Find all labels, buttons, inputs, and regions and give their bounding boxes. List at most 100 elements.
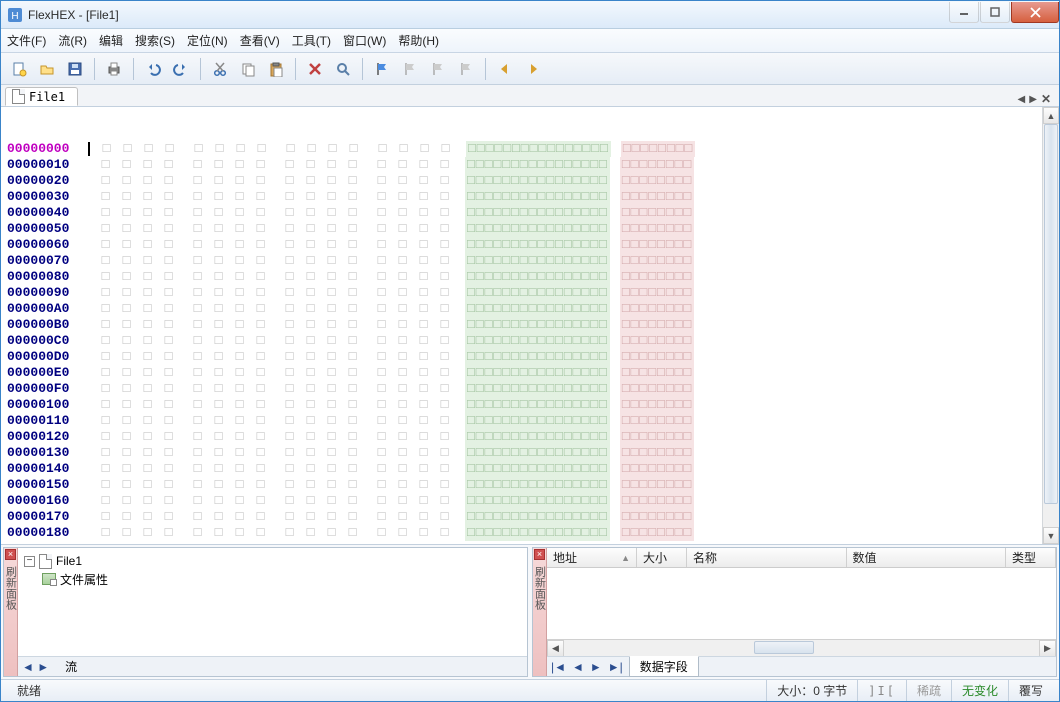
hex-byte[interactable]: □ [371, 349, 392, 365]
hex-byte[interactable]: □ [137, 509, 158, 525]
hex-byte[interactable]: □ [321, 333, 342, 349]
hex-byte[interactable]: □ [137, 189, 158, 205]
hex-byte[interactable]: □ [300, 381, 321, 397]
hex-byte[interactable]: □ [321, 381, 342, 397]
hex-byte[interactable]: □ [95, 477, 116, 493]
hex-byte[interactable]: □ [158, 493, 179, 509]
hex-byte[interactable]: □ [371, 525, 392, 541]
hex-byte[interactable]: □ [392, 301, 413, 317]
hex-byte[interactable]: □ [137, 477, 158, 493]
hex-byte[interactable]: □ [413, 253, 434, 269]
hex-byte[interactable]: □ [116, 269, 137, 285]
hex-byte[interactable]: □ [250, 157, 271, 173]
hex-byte[interactable]: □ [300, 253, 321, 269]
hex-byte[interactable]: □ [137, 269, 158, 285]
hex-byte[interactable]: □ [229, 221, 250, 237]
hex-byte[interactable]: □ [250, 317, 271, 333]
hex-row[interactable]: 00000120□□□□□□□□□□□□□□□□□□□□□□□□□□□□□□□□… [3, 429, 1042, 445]
menu-item[interactable]: 编辑 [99, 32, 123, 49]
hex-byte[interactable]: □ [371, 381, 392, 397]
hex-byte[interactable]: □ [393, 141, 414, 157]
hex-byte[interactable]: □ [279, 509, 300, 525]
hex-byte[interactable]: □ [116, 253, 137, 269]
hex-row[interactable]: 000000E0□□□□□□□□□□□□□□□□□□□□□□□□□□□□□□□□… [3, 365, 1042, 381]
menu-item[interactable]: 定位(N) [187, 32, 228, 49]
minimize-button[interactable] [949, 2, 979, 23]
hex-byte[interactable]: □ [187, 493, 208, 509]
hex-byte[interactable]: □ [116, 477, 137, 493]
hex-byte[interactable]: □ [342, 205, 363, 221]
hex-byte[interactable]: □ [434, 237, 455, 253]
tab-nav-next[interactable]: ► [590, 660, 602, 674]
hex-byte[interactable]: □ [250, 301, 271, 317]
ascii-unicode[interactable]: □□□□□□□□ [620, 221, 694, 237]
hex-byte[interactable]: □ [116, 429, 137, 445]
hex-byte[interactable]: □ [300, 509, 321, 525]
hex-byte[interactable]: □ [372, 141, 393, 157]
hex-byte[interactable]: □ [95, 493, 116, 509]
hex-row[interactable]: 000000D0□□□□□□□□□□□□□□□□□□□□□□□□□□□□□□□□… [3, 349, 1042, 365]
hex-row[interactable]: 000000A0□□□□□□□□□□□□□□□□□□□□□□□□□□□□□□□□… [3, 301, 1042, 317]
hex-byte[interactable]: □ [321, 493, 342, 509]
hex-byte[interactable]: □ [250, 461, 271, 477]
hex-byte[interactable]: □ [392, 445, 413, 461]
ascii-unicode[interactable]: □□□□□□□□ [620, 365, 694, 381]
hex-byte[interactable]: □ [116, 333, 137, 349]
hex-row[interactable]: 000000F0□□□□□□□□□□□□□□□□□□□□□□□□□□□□□□□□… [3, 381, 1042, 397]
ascii-unicode[interactable]: □□□□□□□□ [620, 173, 694, 189]
hex-byte[interactable]: □ [116, 189, 137, 205]
hex-byte[interactable]: □ [392, 413, 413, 429]
hex-byte[interactable]: □ [116, 525, 137, 541]
hex-byte[interactable]: □ [137, 461, 158, 477]
hex-byte[interactable]: □ [392, 285, 413, 301]
hex-row[interactable]: 00000130□□□□□□□□□□□□□□□□□□□□□□□□□□□□□□□□… [3, 445, 1042, 461]
hex-byte[interactable]: □ [392, 237, 413, 253]
hex-byte[interactable]: □ [279, 381, 300, 397]
ascii-ansi[interactable]: □□□□□□□□□□□□□□□□ [465, 509, 610, 525]
hex-byte[interactable]: □ [321, 253, 342, 269]
hex-byte[interactable]: □ [392, 365, 413, 381]
hex-byte[interactable]: □ [279, 253, 300, 269]
hex-byte[interactable]: □ [371, 237, 392, 253]
hex-row[interactable]: 00000080□□□□□□□□□□□□□□□□□□□□□□□□□□□□□□□□… [3, 269, 1042, 285]
hex-byte[interactable]: □ [137, 253, 158, 269]
hex-byte[interactable]: □ [413, 413, 434, 429]
hex-byte[interactable]: □ [187, 221, 208, 237]
hex-byte[interactable]: □ [250, 413, 271, 429]
hex-byte[interactable]: □ [279, 189, 300, 205]
hex-byte[interactable]: □ [158, 333, 179, 349]
hex-byte[interactable]: □ [116, 445, 137, 461]
ascii-unicode[interactable]: □□□□□□□□ [620, 349, 694, 365]
hex-byte[interactable]: □ [95, 301, 116, 317]
hex-byte[interactable]: □ [413, 285, 434, 301]
hex-byte[interactable]: □ [413, 365, 434, 381]
maximize-button[interactable] [980, 2, 1010, 23]
hex-byte[interactable]: □ [342, 157, 363, 173]
hex-byte[interactable]: □ [187, 509, 208, 525]
hex-byte[interactable]: □ [208, 445, 229, 461]
hex-byte[interactable]: □ [229, 493, 250, 509]
hex-byte[interactable]: □ [371, 493, 392, 509]
hex-byte[interactable]: □ [279, 221, 300, 237]
hex-byte[interactable]: □ [321, 429, 342, 445]
hex-byte[interactable]: □ [158, 381, 179, 397]
hex-byte[interactable]: □ [342, 365, 363, 381]
hex-byte[interactable]: □ [250, 221, 271, 237]
hex-byte[interactable]: □ [434, 221, 455, 237]
hex-byte[interactable]: □ [279, 429, 300, 445]
hex-byte[interactable]: □ [392, 525, 413, 541]
hex-byte[interactable]: □ [371, 269, 392, 285]
hex-byte[interactable]: □ [116, 461, 137, 477]
hex-byte[interactable]: □ [137, 285, 158, 301]
ascii-unicode[interactable]: □□□□□□□□ [620, 205, 694, 221]
hex-byte[interactable]: □ [413, 397, 434, 413]
hex-byte[interactable]: □ [300, 317, 321, 333]
hex-byte[interactable]: □ [208, 493, 229, 509]
hex-byte[interactable]: □ [321, 269, 342, 285]
hex-byte[interactable]: □ [208, 285, 229, 301]
ascii-unicode[interactable]: □□□□□□□□ [620, 429, 694, 445]
hex-byte[interactable]: □ [300, 173, 321, 189]
hex-byte[interactable]: □ [229, 189, 250, 205]
hex-byte[interactable]: □ [137, 445, 158, 461]
hex-byte[interactable]: □ [229, 285, 250, 301]
